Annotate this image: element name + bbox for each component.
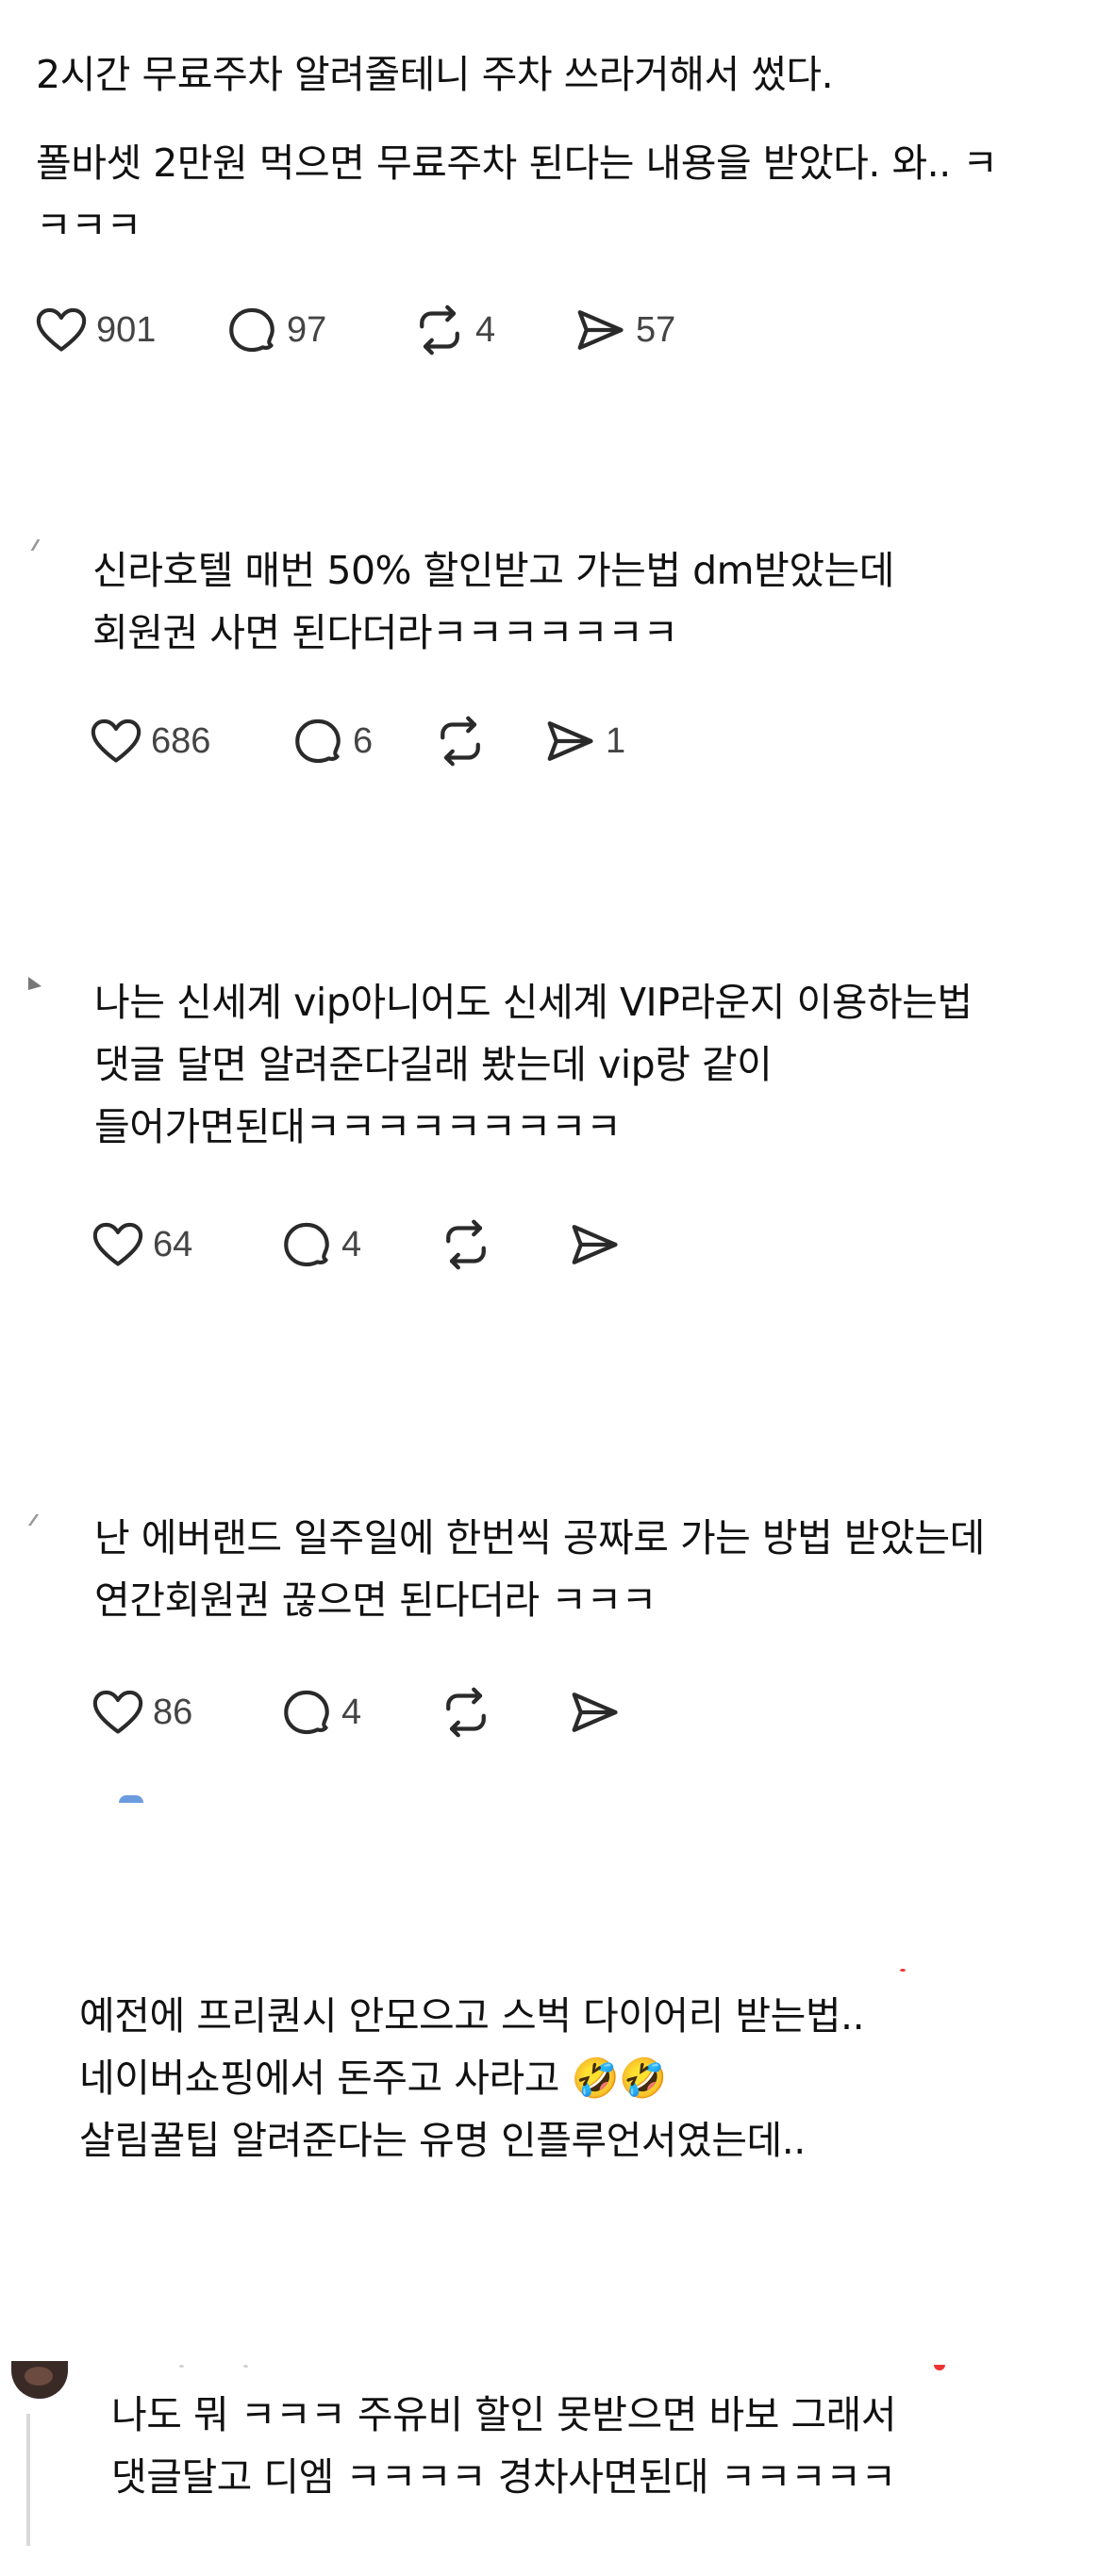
share-count: 1	[606, 720, 626, 761]
repost-button[interactable]	[438, 1216, 566, 1273]
like-button[interactable]: 901	[34, 303, 183, 357]
reply-count: 6	[353, 720, 374, 761]
share-button[interactable]	[566, 1684, 623, 1741]
post-2-text: 신라호텔 매번 50% 할인받고 가는법 dm받았는데 회원권 사면 된다더라ㅋ…	[92, 548, 895, 655]
send-paper-plane-icon	[566, 1216, 623, 1273]
speck	[243, 2365, 248, 2368]
post-1-actions: 901 97 4 57	[34, 302, 675, 358]
repost-arrows-icon	[438, 1216, 494, 1273]
post-6-text: 나도 뭐 ㅋㅋㅋ 주유비 할인 못받으면 바보 그래서 댓글달고 디엠 ㅋㅋㅋㅋ…	[111, 2392, 897, 2500]
reply-button[interactable]: 4	[279, 1217, 438, 1272]
red-speck	[934, 2365, 945, 2370]
repost-arrows-icon	[438, 1684, 494, 1741]
send-paper-plane-icon	[572, 302, 628, 358]
reply-count: 97	[287, 309, 327, 350]
repost-arrows-icon	[411, 302, 468, 358]
speck	[179, 2365, 184, 2368]
repost-arrows-icon	[432, 713, 489, 769]
like-button[interactable]: 86	[91, 1685, 279, 1740]
reply-button[interactable]: 6	[291, 714, 432, 768]
post-4-actions: 86 4	[91, 1684, 623, 1741]
post-1-text-continued: 폴바셋 2만원 먹으면 무료주차 된다는 내용을 받았다. 와.. ㅋ ㅋㅋㅋ	[36, 140, 998, 248]
share-button[interactable]	[566, 1216, 623, 1273]
send-paper-plane-icon	[541, 713, 598, 769]
like-count: 901	[96, 309, 157, 350]
heart-icon	[89, 714, 143, 768]
share-button[interactable]: 1	[541, 713, 625, 769]
share-button[interactable]: 57	[572, 302, 675, 358]
reply-button[interactable]: 4	[279, 1685, 438, 1740]
comment-bubble-icon	[225, 303, 279, 357]
heart-icon	[34, 303, 89, 357]
like-button[interactable]: 686	[89, 714, 291, 768]
like-count: 64	[153, 1224, 193, 1264]
comment-bubble-icon	[291, 714, 345, 768]
like-count: 86	[153, 1692, 193, 1732]
repost-button[interactable]	[432, 713, 541, 769]
comment-bubble-icon	[279, 1217, 334, 1272]
post-3-actions: 64 4	[91, 1216, 623, 1273]
heart-icon	[91, 1217, 145, 1272]
post-1-text: 2시간 무료주차 알려줄테니 주차 쓰라거해서 썼다.	[36, 52, 834, 97]
avatar-fragment	[28, 977, 42, 990]
post-4-text: 난 에버랜드 일주일에 한번씩 공짜로 가는 방법 받았는데 연간회원권 끊으면…	[94, 1515, 985, 1623]
avatar-fragment	[30, 539, 50, 551]
repost-button[interactable]	[438, 1684, 566, 1741]
avatar[interactable]	[11, 2361, 68, 2399]
comment-bubble-icon	[279, 1685, 334, 1740]
repost-count: 4	[475, 309, 496, 350]
avatar-fragment	[27, 1514, 49, 1526]
reply-count: 4	[341, 1224, 362, 1264]
blue-dot-fragment	[119, 1795, 143, 1803]
send-paper-plane-icon	[566, 1684, 623, 1741]
post-5-text: 예전에 프리퀀시 안모으고 스벅 다이어리 받는법.. 네이버쇼핑에서 돈주고 …	[79, 1993, 865, 2163]
heart-icon	[91, 1685, 145, 1740]
reply-count: 4	[341, 1692, 362, 1732]
red-speck	[900, 1969, 906, 1972]
reply-button[interactable]: 97	[225, 303, 411, 357]
repost-button[interactable]: 4	[411, 302, 572, 358]
post-2-actions: 686 6 1	[89, 713, 625, 769]
like-button[interactable]: 64	[91, 1217, 279, 1272]
post-3-text: 나는 신세계 vip아니어도 신세계 VIP라운지 이용하는법 댓글 달면 알려…	[94, 980, 973, 1149]
thread-line	[26, 2414, 30, 2546]
share-count: 57	[636, 309, 676, 350]
like-count: 686	[151, 720, 211, 761]
